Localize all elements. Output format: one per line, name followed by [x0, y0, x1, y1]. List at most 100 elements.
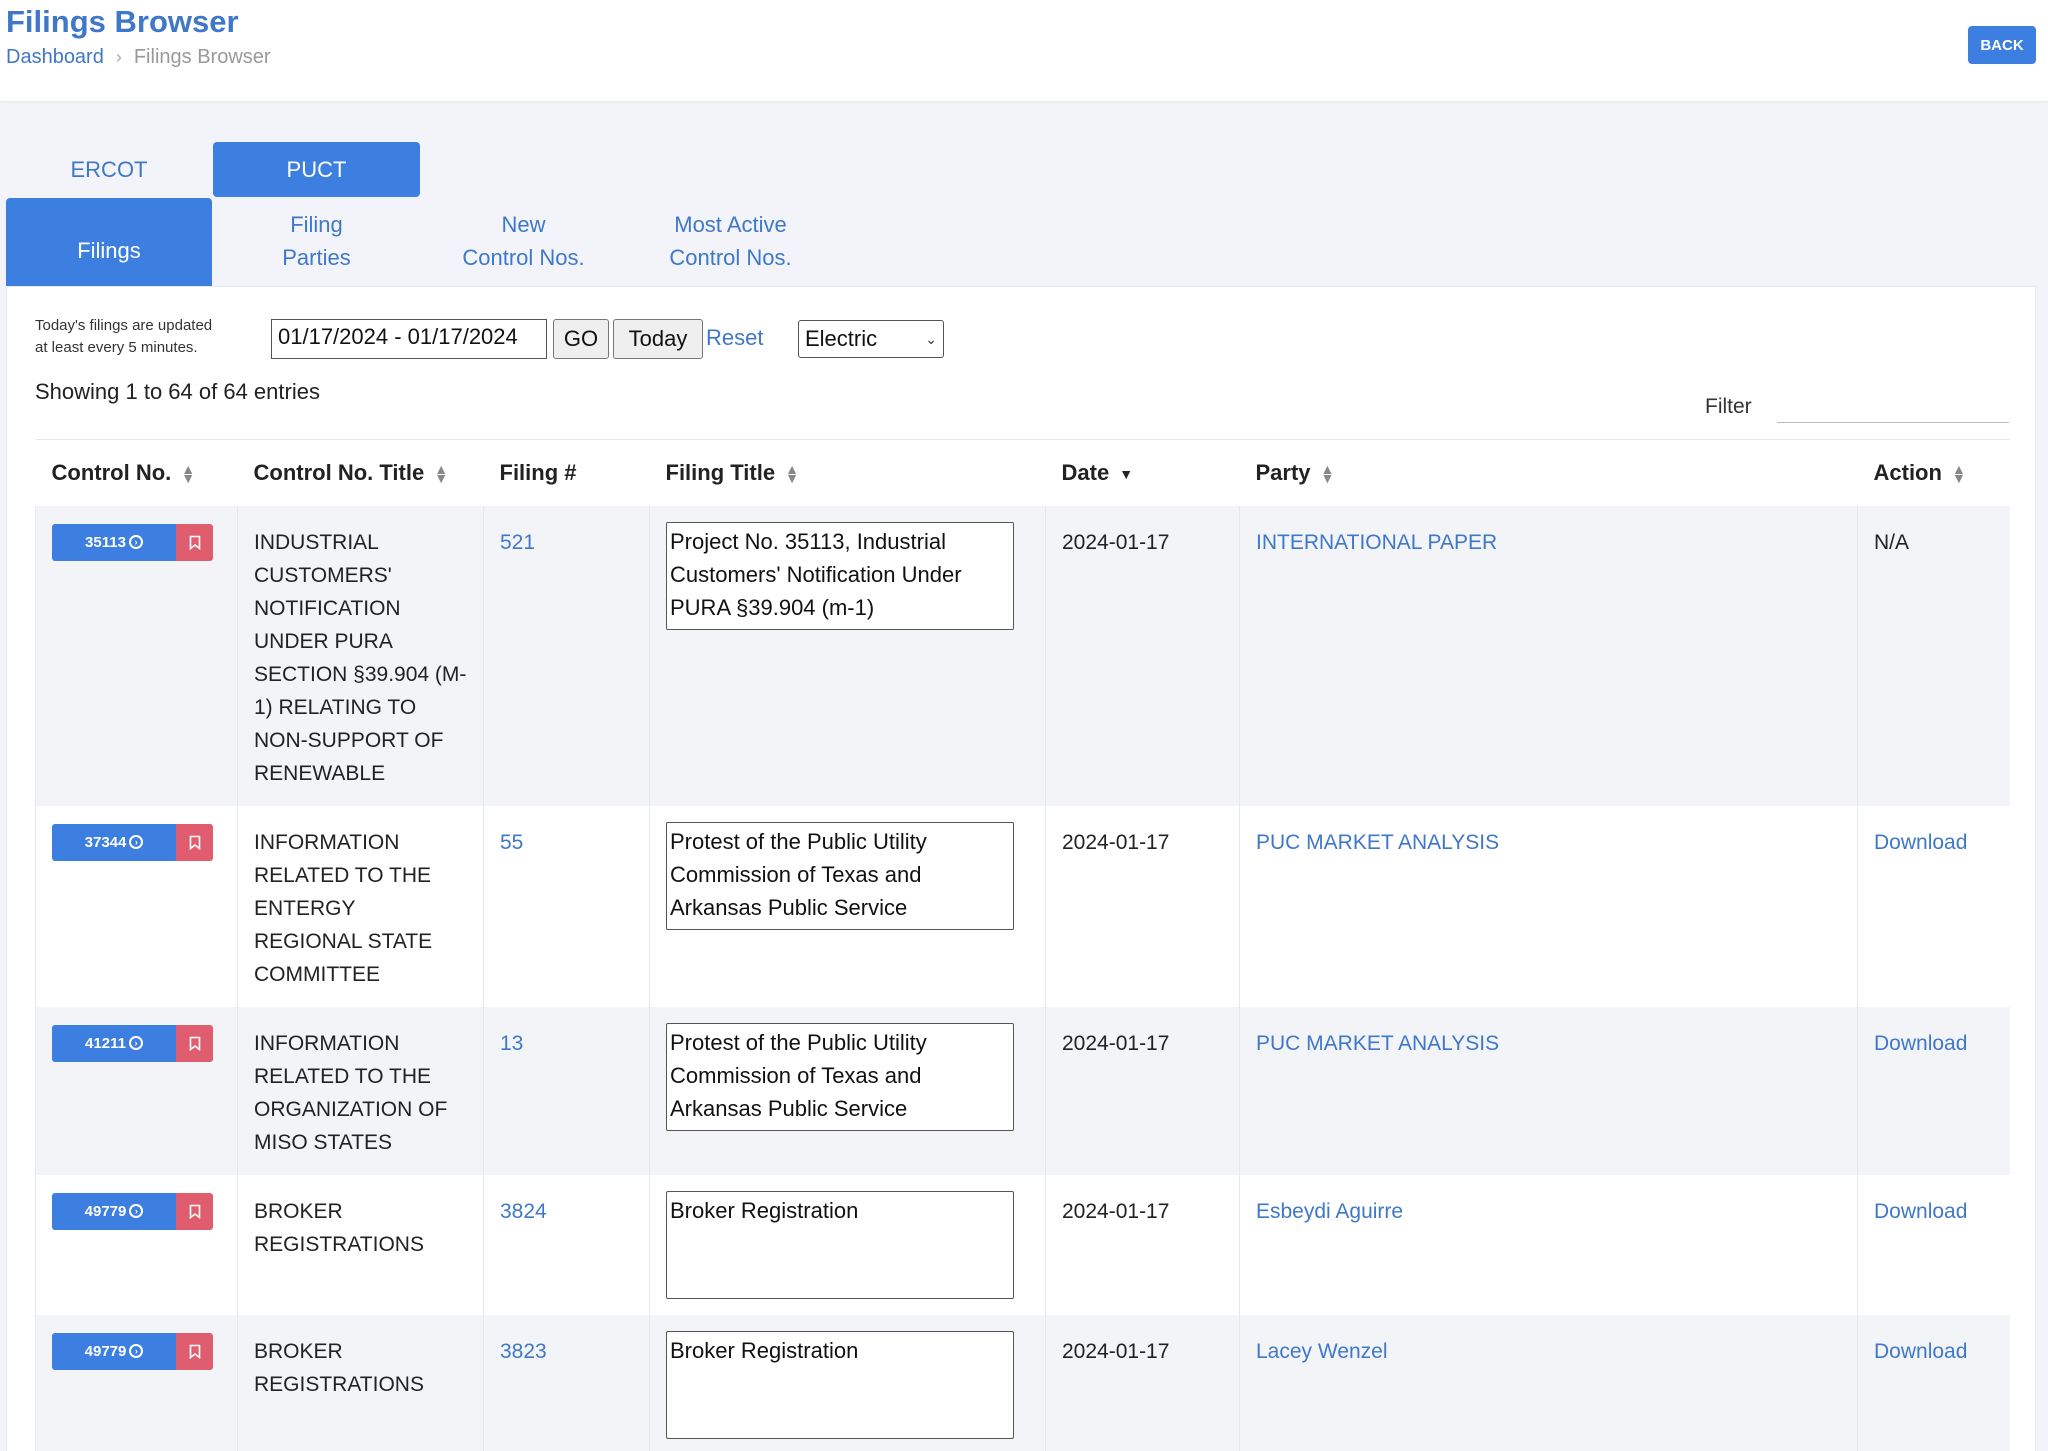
cell-party: INTERNATIONAL PAPER — [1239, 505, 1858, 806]
filing-title-box[interactable]: Broker Registration — [666, 1190, 1014, 1299]
party-link[interactable]: Lacey Wenzel — [1256, 1340, 1388, 1363]
filter-label: Filter — [1705, 395, 1752, 418]
control-no-button[interactable]: 41211 › — [52, 1024, 176, 1062]
subtab-new-control-nos-line1: New — [501, 212, 546, 237]
control-no-button[interactable]: 35113 › — [52, 523, 176, 561]
column-header-filing-no[interactable]: Filing # — [483, 439, 650, 506]
subtab-filings[interactable]: Filings — [6, 198, 212, 286]
chevron-right-icon: › — [115, 47, 122, 67]
column-header-label: Control No. — [51, 459, 172, 485]
control-title-text: INDUSTRIAL CUSTOMERS' NOTIFICATION UNDER… — [254, 530, 467, 785]
cell-action: Download — [1857, 1174, 2010, 1315]
arrow-circle-right-icon: › — [129, 1344, 144, 1358]
control-no-button[interactable]: 49779 › — [52, 1332, 176, 1370]
market-select-value: Electric — [805, 326, 878, 351]
column-header-action[interactable]: Action ▲ ▼ — [1857, 439, 2010, 506]
cell-filing-title: Project No. 35113, Industrial Customers'… — [649, 505, 1046, 806]
party-link[interactable]: INTERNATIONAL PAPER — [1256, 531, 1497, 554]
today-button[interactable]: Today — [613, 319, 703, 359]
cell-control-title: BROKER REGISTRATIONS — [237, 1314, 484, 1451]
download-link[interactable]: Download — [1874, 831, 1967, 854]
bookmark-button[interactable] — [176, 523, 213, 561]
bookmark-button[interactable] — [176, 823, 213, 861]
cell-filing-title: Protest of the Public Utility Commission… — [649, 1006, 1046, 1175]
control-no-button[interactable]: 49779 › — [52, 1192, 176, 1230]
bookmark-icon — [189, 835, 200, 850]
column-header-control-no[interactable]: Control No. ▲ ▼ — [35, 439, 238, 506]
column-header-label: Party — [1255, 459, 1311, 485]
column-header-label: Action — [1873, 459, 1942, 485]
chevron-down-icon: ⌄ — [925, 330, 937, 347]
subtab-filings-label: Filings — [77, 237, 141, 263]
filing-no-link[interactable]: 3823 — [500, 1340, 547, 1363]
filing-title-box[interactable]: Protest of the Public Utility Commission… — [666, 821, 1014, 930]
cell-date: 2024-01-17 — [1045, 805, 1240, 1007]
bookmark-button[interactable] — [176, 1024, 213, 1062]
filing-no-link[interactable]: 521 — [500, 531, 535, 554]
column-header-label: Filing # — [499, 459, 577, 485]
column-header-filing-title[interactable]: Filing Title ▲ ▼ — [649, 439, 1046, 506]
subtab-filing-parties[interactable]: Filing Parties — [213, 206, 420, 276]
subtab-filing-parties-line1: Filing — [290, 212, 343, 237]
subtab-most-active-line2: Control Nos. — [669, 245, 792, 270]
cell-action: Download — [1857, 1314, 2010, 1451]
filing-date: 2024-01-17 — [1062, 830, 1170, 854]
cell-filing-no: 3824 — [483, 1174, 650, 1315]
column-header-control-title[interactable]: Control No. Title ▲ ▼ — [237, 439, 484, 506]
filing-no-link[interactable]: 3824 — [500, 1200, 547, 1223]
bookmark-button[interactable] — [176, 1332, 213, 1370]
update-note-line1: Today's filings are updated — [35, 317, 213, 334]
column-header-party[interactable]: Party ▲ ▼ — [1239, 439, 1858, 506]
filing-no-link[interactable]: 55 — [500, 831, 523, 854]
cell-control-no: 49779 › — [35, 1174, 238, 1315]
bookmark-icon — [189, 1204, 200, 1219]
download-link[interactable]: Download — [1874, 1032, 1967, 1055]
party-link[interactable]: PUC MARKET ANALYSIS — [1256, 1032, 1499, 1055]
cell-action: Download — [1857, 1006, 2010, 1175]
subtab-new-control-nos-line2: Control Nos. — [462, 245, 585, 270]
bookmark-icon — [189, 1036, 200, 1051]
filing-no-link[interactable]: 13 — [500, 1032, 523, 1055]
back-button[interactable]: BACK — [1968, 26, 2036, 64]
subtab-new-control-nos[interactable]: New Control Nos. — [420, 206, 627, 276]
bookmark-icon — [189, 535, 200, 550]
control-no-group: 49779 › — [52, 1332, 221, 1370]
download-link[interactable]: Download — [1874, 1200, 1967, 1223]
tab-puct[interactable]: PUCT — [213, 142, 420, 197]
filter-input[interactable] — [1777, 389, 2009, 423]
breadcrumb-current: Filings Browser — [133, 46, 271, 68]
cell-date: 2024-01-17 — [1045, 1174, 1240, 1315]
cell-control-title: BROKER REGISTRATIONS — [237, 1174, 484, 1315]
breadcrumb-dashboard-link[interactable]: Dashboard — [6, 46, 104, 69]
table-row: 41211 › INFORMATION RELATED TO THE ORGANIZ… — [35, 1006, 2010, 1175]
arrow-circle-right-icon: › — [128, 1036, 143, 1050]
cell-filing-title: Broker Registration — [649, 1174, 1046, 1315]
tab-ercot[interactable]: ERCOT — [6, 142, 212, 197]
page-title: Filings Browser — [6, 4, 239, 39]
table-row: 37344 › INFORMATION RELATED TO THE ENTERGY… — [35, 805, 2010, 1007]
column-header-date[interactable]: Date ▼ — [1045, 439, 1240, 506]
party-link[interactable]: PUC MARKET ANALYSIS — [1256, 831, 1499, 854]
cell-action: Download — [1857, 805, 2010, 1007]
filing-title-box[interactable]: Project No. 35113, Industrial Customers'… — [666, 521, 1014, 630]
arrow-circle-right-icon: › — [129, 835, 144, 849]
bookmark-icon — [189, 1344, 200, 1359]
cell-party: PUC MARKET ANALYSIS — [1239, 805, 1858, 1007]
date-range-input[interactable]: 01/17/2024 - 01/17/2024 — [271, 319, 547, 359]
control-title-text: BROKER REGISTRATIONS — [254, 1199, 424, 1256]
top-bar: Filings Browser Dashboard › Filings Brow… — [0, 0, 2048, 101]
market-select[interactable]: Electric ⌄ — [798, 320, 944, 358]
control-no-button[interactable]: 37344 › — [52, 823, 176, 861]
filing-title-box[interactable]: Protest of the Public Utility Commission… — [666, 1022, 1014, 1131]
cell-control-no: 49779 › — [35, 1314, 238, 1451]
control-title-text: INFORMATION RELATED TO THE ENTERGY REGIO… — [254, 830, 433, 986]
party-link[interactable]: Esbeydi Aguirre — [1256, 1200, 1403, 1223]
subtab-most-active-control-nos[interactable]: Most Active Control Nos. — [627, 206, 834, 276]
cell-filing-no: 55 — [483, 805, 650, 1007]
filing-title-box[interactable]: Broker Registration — [666, 1330, 1014, 1439]
reset-link[interactable]: Reset — [706, 325, 763, 351]
bookmark-button[interactable] — [176, 1192, 213, 1230]
cell-control-title: INFORMATION RELATED TO THE ENTERGY REGIO… — [237, 805, 484, 1007]
download-link[interactable]: Download — [1874, 1340, 1967, 1363]
go-button[interactable]: GO — [553, 319, 609, 359]
